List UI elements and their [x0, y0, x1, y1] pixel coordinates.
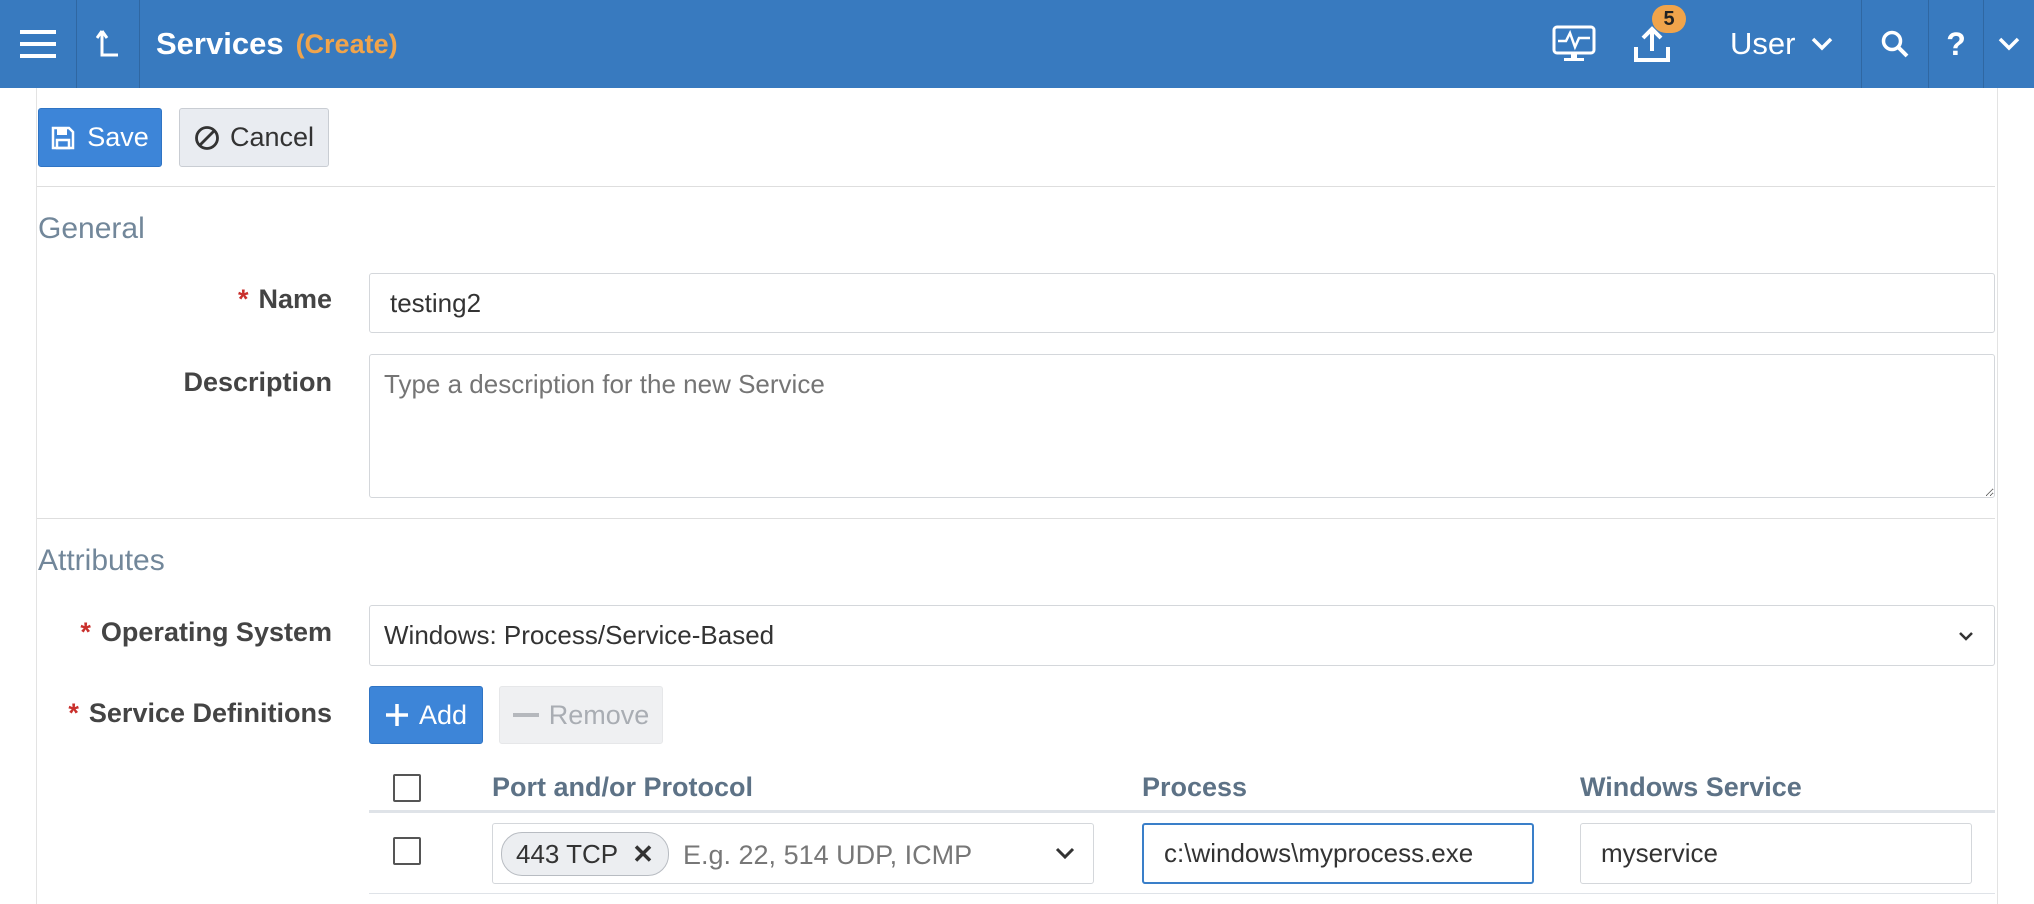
- row-checkbox[interactable]: [393, 837, 421, 865]
- help-icon[interactable]: ?: [1929, 0, 1983, 88]
- save-button[interactable]: Save: [38, 108, 162, 167]
- chevron-down-icon: [1811, 37, 1833, 51]
- service-definitions-label-text: Service Definitions: [88, 698, 332, 728]
- monitor-activity-icon[interactable]: [1546, 0, 1602, 88]
- search-icon[interactable]: [1862, 0, 1928, 88]
- plus-icon: [385, 703, 409, 727]
- operating-system-label: * Operating System: [38, 617, 332, 648]
- name-label: * Name: [38, 284, 332, 315]
- save-button-label: Save: [87, 122, 149, 152]
- remove-definition-button[interactable]: Remove: [499, 686, 663, 744]
- cancel-button[interactable]: Cancel: [179, 108, 329, 167]
- add-definition-button[interactable]: Add: [369, 686, 483, 744]
- page-title: Services (Create): [156, 0, 398, 88]
- chevron-down-icon: [1958, 631, 1974, 641]
- remove-tag-icon[interactable]: ✕: [632, 839, 654, 870]
- process-input[interactable]: [1142, 823, 1534, 884]
- port-protocol-input[interactable]: 443 TCP ✕ E.g. 22, 514 UDP, ICMP: [492, 823, 1094, 884]
- attributes-section-title: Attributes: [38, 544, 165, 577]
- chevron-down-icon: [1055, 847, 1075, 859]
- required-marker: *: [68, 698, 79, 728]
- page-title-text: Services: [156, 26, 284, 61]
- divider: [37, 186, 1995, 187]
- cancel-button-label: Cancel: [229, 122, 315, 152]
- navigate-up-icon[interactable]: [77, 0, 139, 88]
- port-protocol-tag-text: 443 TCP: [516, 838, 619, 869]
- general-section-title: General: [38, 212, 145, 245]
- minus-icon: [512, 712, 539, 718]
- operating-system-select[interactable]: Windows: Process/Service-Based: [369, 605, 1995, 666]
- content-panel: Save Cancel General * Name Description At…: [36, 88, 1998, 904]
- required-marker: *: [237, 284, 249, 314]
- column-header-port-protocol: Port and/or Protocol: [492, 772, 754, 802]
- select-all-checkbox[interactable]: [393, 774, 421, 802]
- user-menu[interactable]: User: [1730, 0, 1833, 88]
- name-input[interactable]: [369, 273, 1995, 333]
- description-label: Description: [183, 367, 332, 397]
- port-protocol-placeholder: E.g. 22, 514 UDP, ICMP: [683, 840, 973, 870]
- top-bar: Services (Create) 5 User ?: [0, 0, 2034, 88]
- column-header-windows-service: Windows Service: [1580, 772, 1802, 802]
- operating-system-value: Windows: Process/Service-Based: [384, 620, 775, 650]
- description-textarea[interactable]: [369, 354, 1995, 498]
- name-label-text: Name: [258, 284, 332, 314]
- remove-button-label: Remove: [548, 699, 650, 730]
- ban-icon: [194, 125, 220, 151]
- floppy-disk-icon: [51, 126, 75, 150]
- windows-service-input[interactable]: [1580, 823, 1972, 884]
- port-protocol-tag: 443 TCP ✕: [501, 832, 669, 876]
- add-button-label: Add: [418, 699, 468, 730]
- column-header-process: Process: [1142, 772, 1248, 802]
- upload-count-badge: 5: [1652, 5, 1686, 33]
- divider: [37, 518, 1995, 519]
- required-marker: *: [80, 617, 91, 647]
- hamburger-menu-icon[interactable]: [0, 0, 76, 88]
- operating-system-label-text: Operating System: [100, 617, 332, 647]
- service-definitions-label: * Service Definitions: [38, 698, 332, 729]
- more-chevron-down-icon[interactable]: [1984, 0, 2034, 88]
- user-menu-label: User: [1730, 26, 1796, 61]
- page-mode-text: (Create): [295, 28, 398, 59]
- table-row: 443 TCP ✕ E.g. 22, 514 UDP, ICMP: [369, 813, 1995, 894]
